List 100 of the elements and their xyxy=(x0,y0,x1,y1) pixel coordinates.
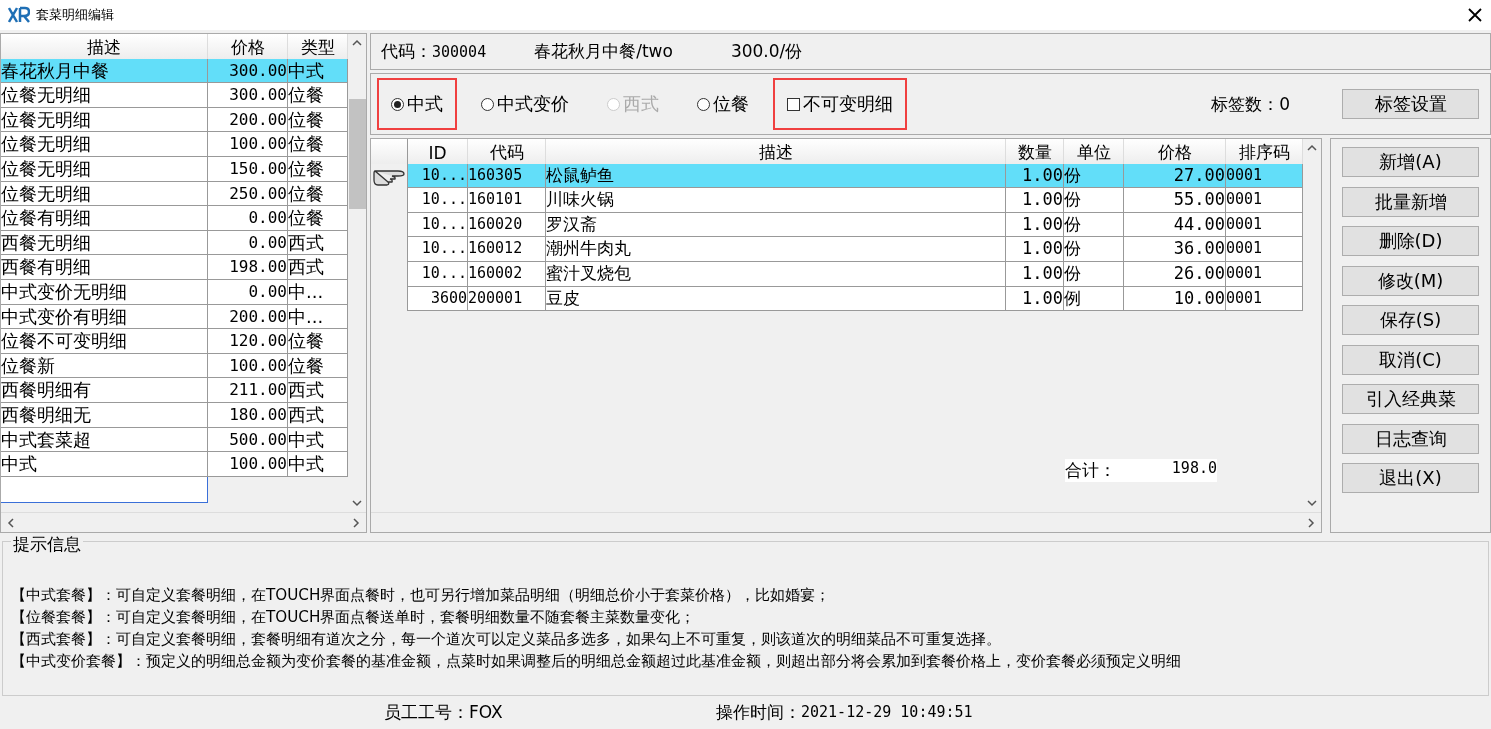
table-cell[interactable]: 150.00 xyxy=(208,156,288,182)
table-cell[interactable]: 西式 xyxy=(288,230,348,256)
table-cell[interactable]: 100.00 xyxy=(208,452,288,477)
table-cell[interactable]: 西餐明细无 xyxy=(1,402,208,428)
column-header[interactable]: ID xyxy=(408,139,468,166)
table-cell[interactable]: 0001 xyxy=(1226,261,1303,287)
table-cell[interactable]: 份 xyxy=(1064,212,1124,238)
table-cell[interactable]: 10... xyxy=(408,261,468,287)
table-cell[interactable]: 0001 xyxy=(1226,212,1303,238)
close-icon[interactable] xyxy=(1467,7,1483,23)
table-cell[interactable]: 0.00 xyxy=(208,206,288,231)
table-cell[interactable]: 西餐明细有 xyxy=(1,378,208,403)
table-cell[interactable]: 160002 xyxy=(468,261,546,287)
table-cell[interactable]: 中式变价无明细 xyxy=(1,279,208,305)
radio-button[interactable]: 中式 xyxy=(377,78,457,130)
scroll-right-icon[interactable] xyxy=(353,517,360,528)
table-cell[interactable]: 川味火锅 xyxy=(546,188,1006,213)
column-header[interactable]: 描述 xyxy=(546,139,1006,166)
table-cell[interactable]: 西餐有明细 xyxy=(1,255,208,280)
table-cell[interactable]: 198.00 xyxy=(208,255,288,280)
radio-circle-icon[interactable] xyxy=(697,97,710,111)
table-cell[interactable]: 27.00 xyxy=(1124,163,1226,189)
table-cell[interactable]: 份 xyxy=(1064,237,1124,262)
action-button[interactable]: 新增(A) xyxy=(1342,147,1479,177)
table-cell[interactable]: 潮州牛肉丸 xyxy=(546,237,1006,262)
table-cell[interactable]: 250.00 xyxy=(208,181,288,207)
table-cell[interactable]: 位餐新 xyxy=(1,353,208,379)
table-cell[interactable]: 26.00 xyxy=(1124,261,1226,287)
table-cell[interactable]: 180.00 xyxy=(208,402,288,428)
table-cell[interactable]: 160101 xyxy=(468,188,546,213)
table-cell[interactable]: 10... xyxy=(408,188,468,213)
table-cell[interactable]: 1.00 xyxy=(1006,163,1064,189)
radio-circle-icon[interactable] xyxy=(391,97,404,111)
table-cell[interactable]: 蜜汁叉烧包 xyxy=(546,261,1006,287)
table-cell[interactable]: 位餐 xyxy=(288,83,348,108)
table-cell[interactable]: 200.00 xyxy=(208,107,288,133)
radio-button[interactable]: 位餐 xyxy=(683,78,763,130)
table-cell[interactable]: 位餐有明细 xyxy=(1,206,208,231)
table-cell[interactable]: 0001 xyxy=(1226,163,1303,189)
scroll-right-icon[interactable] xyxy=(1308,517,1315,528)
input-field[interactable] xyxy=(1,476,208,503)
action-button[interactable]: 批量新增 xyxy=(1342,186,1479,217)
table-cell[interactable]: 位餐 xyxy=(288,206,348,231)
table-cell[interactable]: 西式 xyxy=(288,378,348,403)
table-cell[interactable]: 位餐无明细 xyxy=(1,132,208,157)
table-cell[interactable]: 211.00 xyxy=(208,378,288,403)
table-cell[interactable]: 1.00 xyxy=(1006,188,1064,213)
table-cell[interactable]: 0.00 xyxy=(208,279,288,305)
table-cell[interactable]: 44.00 xyxy=(1124,212,1226,238)
column-header[interactable]: 描述 xyxy=(1,34,208,61)
action-button[interactable]: 保存(S) xyxy=(1342,305,1479,335)
table-cell[interactable]: 位餐 xyxy=(288,353,348,379)
table-cell[interactable]: 10.00 xyxy=(1124,286,1226,312)
table-cell[interactable]: 0001 xyxy=(1226,286,1303,312)
table-cell[interactable]: 36.00 xyxy=(1124,237,1226,262)
column-header[interactable]: 排序码 xyxy=(1226,139,1303,166)
column-header[interactable]: 类型 xyxy=(288,34,348,61)
scroll-up-icon[interactable] xyxy=(352,39,362,46)
table-cell[interactable]: 中式 xyxy=(288,58,348,84)
table-cell[interactable]: 位餐 xyxy=(288,181,348,207)
table-cell[interactable]: 300.00 xyxy=(208,83,288,108)
table-cell[interactable]: 位餐无明细 xyxy=(1,156,208,182)
table-cell[interactable]: 10... xyxy=(408,163,468,189)
table-cell[interactable]: 160012 xyxy=(468,237,546,262)
table-cell[interactable]: 豆皮 xyxy=(546,286,1006,312)
table-cell[interactable]: 中式套菜超 xyxy=(1,427,208,453)
scroll-down-icon[interactable] xyxy=(1307,500,1317,507)
table-cell[interactable]: 55.00 xyxy=(1124,188,1226,213)
table-cell[interactable]: 1.00 xyxy=(1006,261,1064,287)
checkbox-box-icon[interactable] xyxy=(787,97,800,111)
table-cell[interactable]: 0.00 xyxy=(208,230,288,256)
table-cell[interactable]: 例 xyxy=(1064,286,1124,312)
table-cell[interactable]: 罗汉斋 xyxy=(546,212,1006,238)
radio-circle-icon[interactable] xyxy=(481,97,494,111)
table-cell[interactable]: 中式 xyxy=(288,427,348,453)
action-button[interactable]: 退出(X) xyxy=(1342,463,1479,493)
column-header[interactable]: 代码 xyxy=(468,139,546,166)
table-cell[interactable]: 位餐不可变明细 xyxy=(1,329,208,354)
radio-button[interactable]: 中式变价 xyxy=(467,78,583,130)
table-cell[interactable]: 中式 xyxy=(1,452,208,477)
table-cell[interactable]: 300.00 xyxy=(208,58,288,84)
table-cell[interactable]: 位餐无明细 xyxy=(1,181,208,207)
table-cell[interactable]: 0001 xyxy=(1226,188,1303,213)
table-cell[interactable]: 位餐 xyxy=(288,132,348,157)
checkbox[interactable]: 不可变明细 xyxy=(773,78,907,130)
table-cell[interactable]: 份 xyxy=(1064,261,1124,287)
table-cell[interactable]: 松鼠鲈鱼 xyxy=(546,163,1006,189)
scroll-down-icon[interactable] xyxy=(352,500,362,507)
table-cell[interactable]: 份 xyxy=(1064,188,1124,213)
table-cell[interactable]: 中... xyxy=(288,279,348,305)
table-cell[interactable]: 位餐 xyxy=(288,107,348,133)
scroll-left-icon[interactable] xyxy=(7,517,14,528)
action-button[interactable]: 修改(M) xyxy=(1342,265,1479,296)
table-cell[interactable]: 位餐无明细 xyxy=(1,83,208,108)
table-cell[interactable]: 0001 xyxy=(1226,237,1303,262)
table-cell[interactable]: 160020 xyxy=(468,212,546,238)
table-cell[interactable]: 位餐无明细 xyxy=(1,107,208,133)
column-header[interactable]: 价格 xyxy=(208,34,288,61)
table-cell[interactable]: 西餐无明细 xyxy=(1,230,208,256)
table-cell[interactable]: 120.00 xyxy=(208,329,288,354)
